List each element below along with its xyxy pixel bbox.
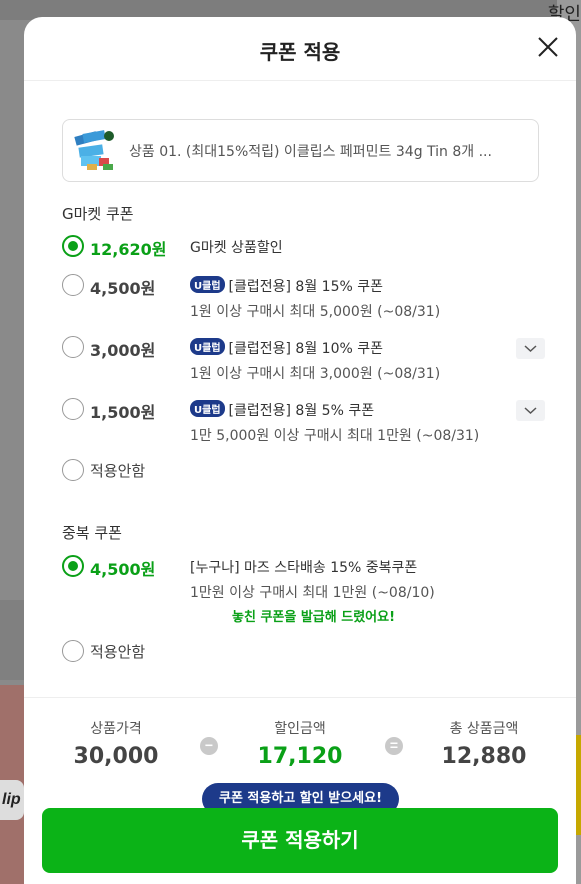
coupon-condition: 1만 5,000원 이상 구매시 최대 1만원 (~08/31) bbox=[190, 428, 480, 444]
apply-coupon-button[interactable]: 쿠폰 적용하기 bbox=[42, 808, 558, 873]
gmarket-coupon-section-label: G마켓 쿠폰 bbox=[62, 205, 134, 223]
radio-selected[interactable] bbox=[62, 555, 84, 577]
coupon-amount: 3,000원 bbox=[90, 341, 156, 360]
background-logo: lip bbox=[0, 780, 24, 820]
coupon-modal: 쿠폰 적용 상품 01. (최대15%적립) 이클립스 페퍼민트 34g Tin… bbox=[24, 17, 576, 884]
discount-value: 17,120 bbox=[257, 744, 343, 769]
uclub-badge: U클럽 bbox=[190, 276, 225, 293]
coupon-condition: 1만원 이상 구매시 최대 1만원 (~08/10) bbox=[190, 585, 435, 601]
coupon-condition: 1원 이상 구매시 최대 5,000원 (~08/31) bbox=[190, 304, 441, 320]
chevron-down-icon[interactable] bbox=[516, 338, 545, 359]
radio-selected[interactable] bbox=[62, 235, 84, 257]
product-name: 상품 01. (최대15%적립) 이클립스 페퍼민트 34g Tin 8개 ..… bbox=[129, 144, 492, 160]
radio-unselected[interactable] bbox=[62, 459, 84, 481]
modal-title: 쿠폰 적용 bbox=[259, 40, 341, 64]
total-price-value: 12,880 bbox=[441, 744, 527, 769]
total-price-summary: 총 상품금액 12,880 bbox=[409, 718, 559, 769]
coupon-amount: 1,500원 bbox=[90, 403, 156, 422]
coupon-option-none-duplicate[interactable]: 적용안함 bbox=[62, 640, 542, 664]
product-thumbnail bbox=[74, 130, 114, 170]
no-coupon-label: 적용안함 bbox=[90, 643, 146, 661]
coupon-amount: 4,500원 bbox=[90, 279, 156, 298]
background-block bbox=[0, 600, 24, 680]
uclub-badge: U클럽 bbox=[190, 338, 225, 355]
chevron-down-icon[interactable] bbox=[516, 400, 545, 421]
total-price-label: 총 상품금액 bbox=[449, 721, 519, 737]
coupon-description: [클럽전용] 8월 5% 쿠폰 bbox=[228, 403, 375, 419]
coupon-condition: 1원 이상 구매시 최대 3,000원 (~08/31) bbox=[190, 366, 441, 382]
radio-unselected[interactable] bbox=[62, 398, 84, 420]
coupon-option-club-5[interactable]: 1,500원 U클럽 [클럽전용] 8월 5% 쿠폰 1만 5,000원 이상 구… bbox=[62, 398, 545, 446]
coupon-option-club-15[interactable]: 4,500원 U클럽 [클럽전용] 8월 15% 쿠폰 1원 이상 구매시 최대 … bbox=[62, 274, 542, 322]
coupon-option-gmarket-discount[interactable]: 12,620원 G마켓 상품할인 bbox=[62, 235, 542, 259]
coupon-description: [클럽전용] 8월 10% 쿠폰 bbox=[228, 341, 383, 357]
coupon-option-club-10[interactable]: 3,000원 U클럽 [클럽전용] 8월 10% 쿠폰 1원 이상 구매시 최대 … bbox=[62, 336, 545, 384]
discount-summary: 할인금액 17,120 bbox=[225, 718, 375, 769]
coupon-amount: 4,500원 bbox=[90, 560, 156, 579]
coupon-description-row: U클럽 [클럽전용] 8월 10% 쿠폰 bbox=[190, 338, 383, 358]
coupon-description-row: U클럽 [클럽전용] 8월 5% 쿠폰 bbox=[190, 400, 374, 420]
coupon-option-none-gmarket[interactable]: 적용안함 bbox=[62, 459, 542, 483]
no-coupon-label: 적용안함 bbox=[90, 462, 146, 480]
minus-icon: − bbox=[200, 737, 218, 755]
coupon-description-row: U클럽 [클럽전용] 8월 15% 쿠폰 bbox=[190, 276, 383, 296]
coupon-option-duplicate[interactable]: 4,500원 [누구나] 마즈 스타배송 15% 중복쿠폰 1만원 이상 구매시… bbox=[62, 555, 542, 627]
coupon-description: [누구나] 마즈 스타배송 15% 중복쿠폰 bbox=[190, 560, 418, 576]
radio-unselected[interactable] bbox=[62, 336, 84, 358]
product-price-value: 30,000 bbox=[73, 744, 159, 769]
uclub-badge: U클럽 bbox=[190, 400, 225, 417]
coupon-description: G마켓 상품할인 bbox=[190, 240, 283, 256]
modal-header: 쿠폰 적용 bbox=[24, 17, 576, 81]
duplicate-coupon-section-label: 중복 쿠폰 bbox=[62, 524, 122, 542]
equals-icon: = bbox=[385, 737, 403, 755]
coupon-description: [클럽전용] 8월 15% 쿠폰 bbox=[228, 279, 383, 295]
product-price-summary: 상품가격 30,000 bbox=[41, 718, 191, 769]
radio-unselected[interactable] bbox=[62, 640, 84, 662]
close-icon[interactable] bbox=[536, 35, 560, 59]
discount-label: 할인금액 bbox=[274, 721, 326, 737]
product-summary: 상품 01. (최대15%적립) 이클립스 페퍼민트 34g Tin 8개 ..… bbox=[62, 119, 539, 182]
product-price-label: 상품가격 bbox=[90, 721, 142, 737]
radio-unselected[interactable] bbox=[62, 274, 84, 296]
coupon-issued-notice: 놓친 쿠폰을 발급해 드렸어요! bbox=[232, 610, 396, 625]
coupon-amount: 12,620원 bbox=[90, 240, 167, 259]
